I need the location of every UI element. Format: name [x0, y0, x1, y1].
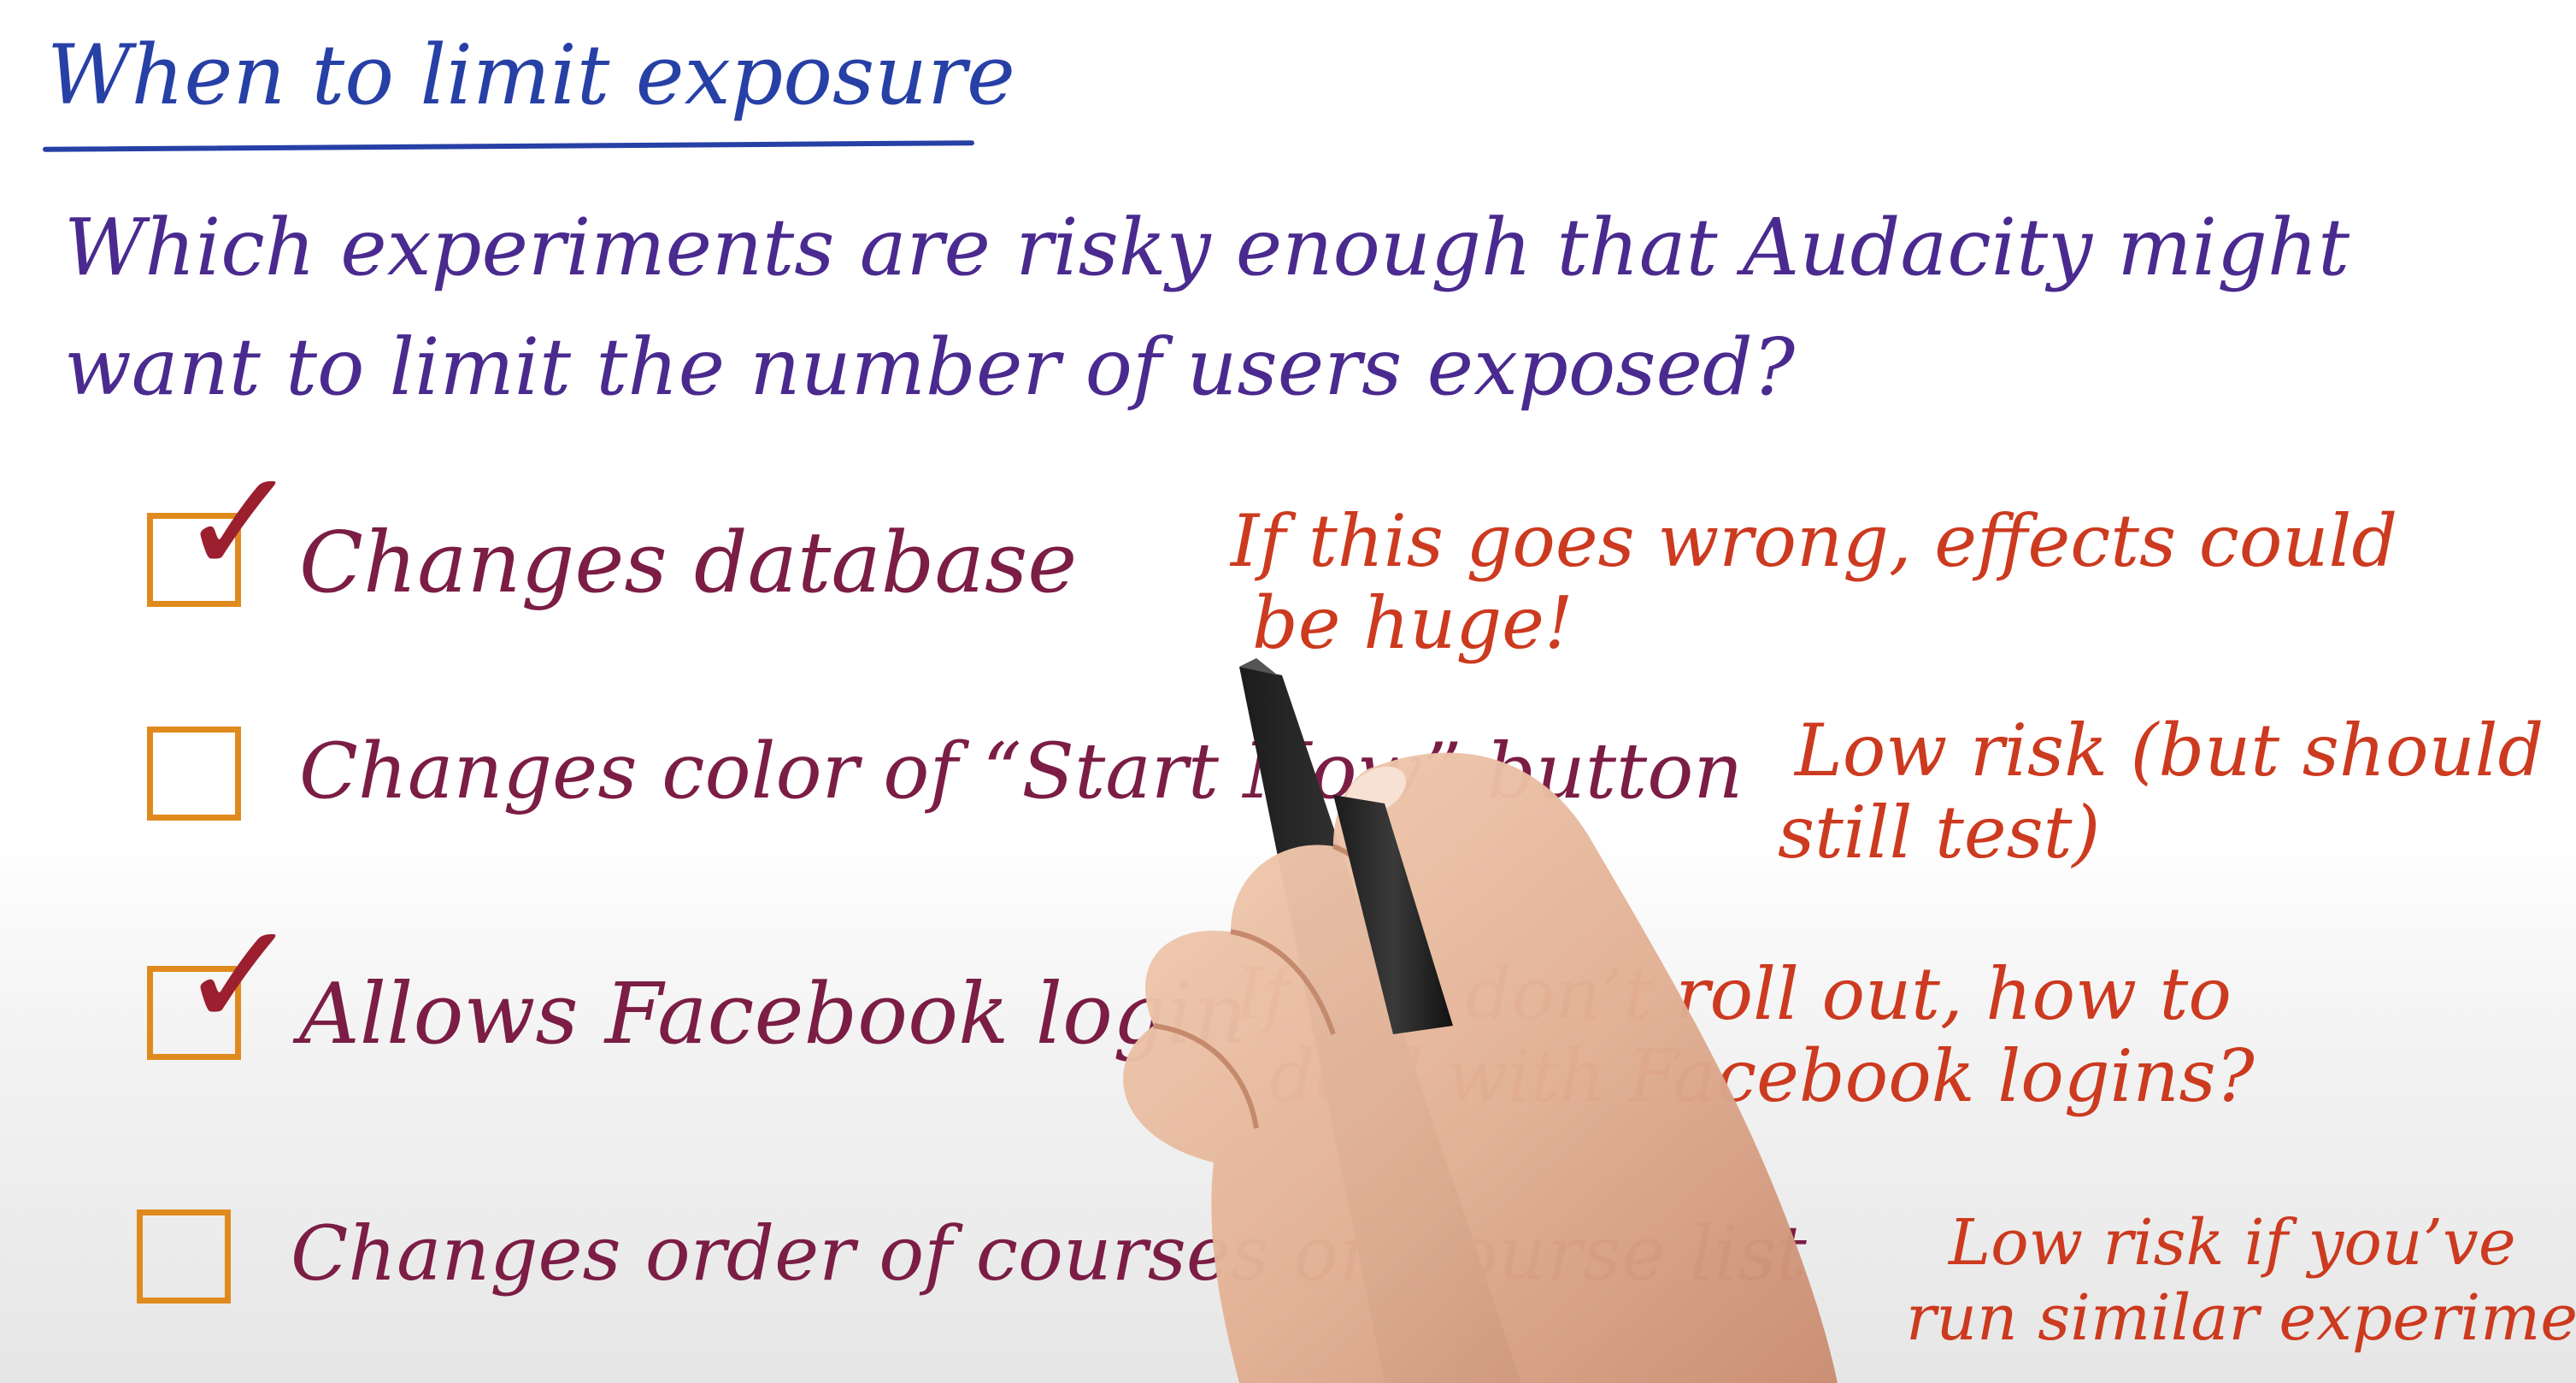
- whiteboard-canvas: When to limit exposure Which experiments…: [0, 0, 2576, 1383]
- hand-with-pen-image: [1123, 658, 1838, 1383]
